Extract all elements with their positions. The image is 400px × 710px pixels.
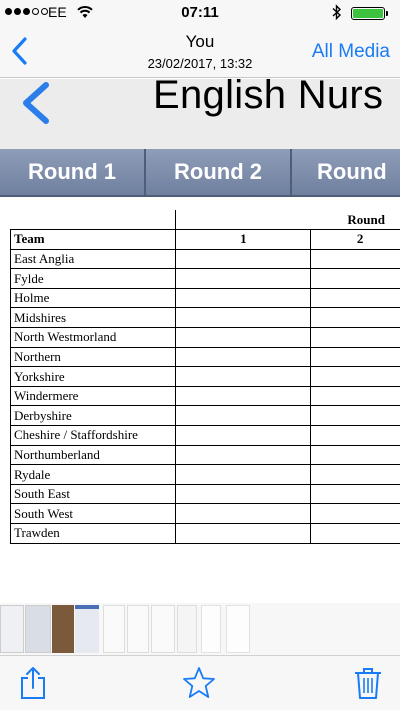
table-group-header-row: Round	[11, 210, 400, 231]
media-image-viewer[interactable]: English Nurs Round 1 Round 2 Round Round…	[0, 79, 400, 601]
table-row: Midshires	[9, 307, 400, 329]
thumbnail-4[interactable]	[75, 605, 99, 653]
team-name-cell: Windermere	[9, 385, 177, 407]
table-row: Trawden	[9, 523, 400, 544]
round-2-score-cell	[310, 464, 400, 485]
status-bar: EE 07:11	[0, 0, 400, 26]
table-row: South East	[9, 483, 400, 505]
round-1-score-cell	[175, 248, 312, 270]
bluetooth-icon	[332, 4, 342, 21]
image-page-title: English Nurs	[153, 79, 384, 117]
round-2-score-cell	[310, 385, 400, 407]
team-name-cell: South East	[9, 483, 177, 505]
round-2-score-cell	[310, 327, 400, 348]
round-2-score-cell	[310, 425, 400, 446]
round-1-score-cell	[175, 405, 312, 427]
round-column-2-header: 2	[310, 229, 400, 250]
team-name-cell: Cheshire / Staffordshire	[9, 425, 177, 446]
round-2-score-cell	[310, 523, 400, 544]
table-row: Rydale	[9, 464, 400, 485]
round-group-header: Round	[175, 210, 400, 231]
table-row: Northumberland	[9, 444, 400, 466]
thumbnail-3[interactable]	[52, 605, 74, 653]
star-icon[interactable]	[183, 666, 215, 700]
trash-icon[interactable]	[352, 666, 384, 700]
thumbnail-8[interactable]	[177, 605, 197, 653]
team-name-cell: East Anglia	[9, 248, 177, 270]
table-row: North Westmorland	[9, 327, 400, 348]
image-back-arrow-icon	[23, 82, 49, 124]
round-2-score-cell	[310, 268, 400, 289]
table-row: Yorkshire	[9, 366, 400, 387]
thumbnail-1[interactable]	[0, 605, 24, 653]
round-2-score-cell	[310, 444, 400, 466]
image-round-tabs: Round 1 Round 2 Round	[0, 149, 400, 198]
round-1-score-cell	[175, 483, 312, 505]
table-row: Fylde	[9, 268, 400, 289]
share-icon[interactable]	[17, 666, 49, 700]
round-1-score-cell	[175, 287, 312, 309]
round-1-score-cell	[175, 425, 312, 446]
thumbnail-strip[interactable]	[0, 603, 400, 655]
table-row: Cheshire / Staffordshire	[9, 425, 400, 446]
table-row: Northern	[9, 346, 400, 368]
round-2-score-cell	[310, 287, 400, 309]
team-name-cell: Holme	[9, 287, 177, 309]
table-row: Windermere	[9, 385, 400, 407]
round-1-score-cell	[175, 366, 312, 387]
image-tab-round-1: Round 1	[0, 149, 146, 197]
round-1-score-cell	[175, 385, 312, 407]
image-header-band: English Nurs	[0, 79, 400, 149]
team-name-cell: Derbyshire	[9, 405, 177, 427]
round-1-score-cell	[175, 268, 312, 289]
team-name-cell: Midshires	[9, 307, 177, 329]
thumbnail-7[interactable]	[151, 605, 175, 653]
round-2-score-cell	[310, 483, 400, 505]
team-name-cell: North Westmorland	[9, 327, 177, 348]
round-1-score-cell	[175, 346, 312, 368]
image-tab-round-3: Round	[292, 149, 400, 197]
round-2-score-cell	[310, 503, 400, 524]
battery-tip	[386, 11, 388, 16]
round-1-score-cell	[175, 444, 312, 466]
round-2-score-cell	[310, 346, 400, 368]
team-column-header: Team	[9, 229, 177, 250]
round-1-score-cell	[175, 464, 312, 485]
team-name-cell: Trawden	[9, 523, 177, 544]
thumbnail-9[interactable]	[201, 605, 221, 653]
round-1-score-cell	[175, 307, 312, 329]
team-name-cell: Rydale	[9, 464, 177, 485]
team-name-cell: Northumberland	[9, 444, 177, 466]
table-row: South West	[9, 503, 400, 524]
round-1-score-cell	[175, 523, 312, 544]
battery-icon	[351, 7, 385, 20]
all-media-button[interactable]: All Media	[312, 41, 390, 63]
thumbnail-2[interactable]	[25, 605, 51, 653]
team-name-cell: South West	[9, 503, 177, 524]
battery-level	[353, 9, 383, 18]
team-name-cell: Northern	[9, 346, 177, 368]
table-row: Holme	[9, 287, 400, 309]
navigation-bar: You 23/02/2017, 13:32 All Media	[0, 26, 400, 78]
round-1-score-cell	[175, 503, 312, 524]
round-1-score-cell	[175, 327, 312, 348]
table-row: East Anglia	[9, 248, 400, 270]
round-column-1-header: 1	[175, 229, 312, 250]
results-table: Round Team 1 2 East Anglia Fylde Holme Mids…	[9, 210, 400, 544]
team-name-cell: Yorkshire	[9, 366, 177, 387]
team-name-cell: Fylde	[9, 268, 177, 289]
image-tab-round-2: Round 2	[146, 149, 292, 197]
bottom-toolbar	[0, 655, 400, 710]
round-2-score-cell	[310, 307, 400, 329]
thumbnail-5[interactable]	[103, 605, 125, 653]
round-2-score-cell	[310, 405, 400, 427]
round-2-score-cell	[310, 248, 400, 270]
thumbnail-10[interactable]	[226, 605, 250, 653]
round-2-score-cell	[310, 366, 400, 387]
table-header-row: Team 1 2	[9, 229, 400, 250]
table-row: Derbyshire	[9, 405, 400, 427]
thumbnail-6[interactable]	[127, 605, 149, 653]
table-empty-cell	[11, 210, 176, 230]
